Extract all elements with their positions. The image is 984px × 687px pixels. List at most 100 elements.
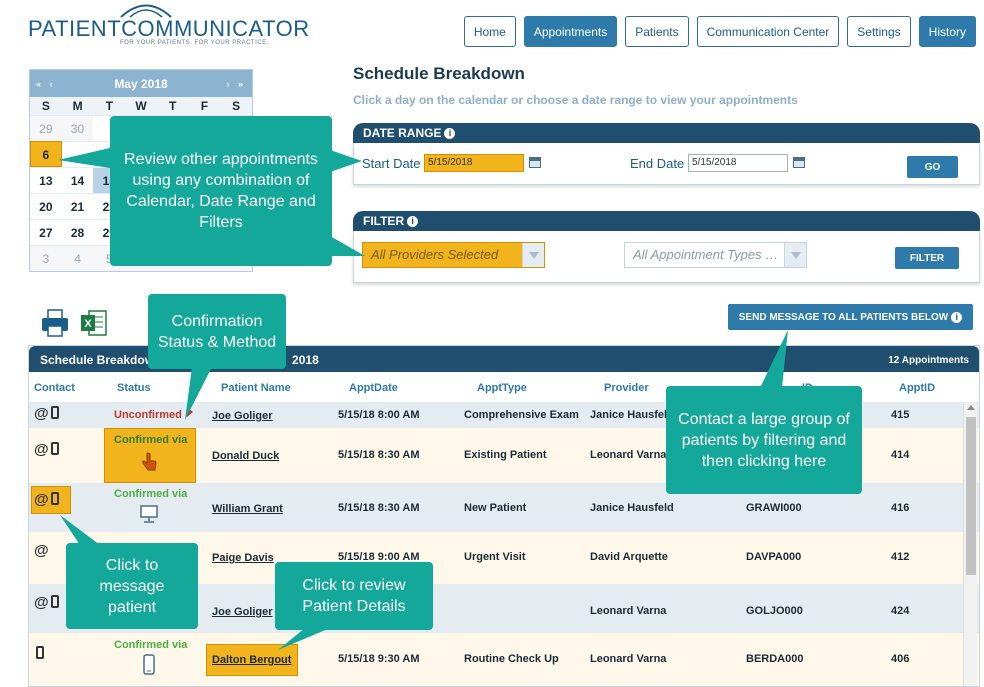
status-text: Confirmed via [114,639,188,651]
nav-settings-button[interactable]: Settings [847,16,911,47]
patient-name-link[interactable]: Joe Goliger [212,410,273,422]
phone-icon[interactable] [50,406,59,419]
chevron-down-icon [784,243,806,267]
scroll-up-icon[interactable] [967,405,975,410]
calendar-day[interactable]: 3 [30,245,62,271]
end-date-input[interactable]: 5/15/2018 [688,154,788,172]
calendar-prev-button[interactable]: « ‹ [36,79,56,89]
appt-id: 424 [891,605,910,617]
provider: Leonard Varna [590,605,667,617]
contact-icons[interactable]: @ [34,542,49,559]
col-contact[interactable]: Contact [34,382,75,394]
provider: Leonard Varna [590,653,667,665]
col-appt-type[interactable]: ApptType [477,382,527,394]
nav-history-button[interactable]: History [918,16,976,47]
brand-name: PATIENTCOMMUNICATOR [28,16,310,41]
calendar-day[interactable]: 13 [30,167,62,193]
email-icon[interactable]: @ [34,491,49,508]
appt-id: 414 [891,449,910,461]
nav-home-button[interactable]: Home [463,16,516,47]
schedule-table-title-suffix: 2018 [292,353,319,367]
mobile-phone-icon [143,654,155,675]
calendar-next-button[interactable]: › » [226,79,246,89]
calendar-day[interactable]: 4 [61,245,94,271]
appointment-count: 12 Appointments [888,355,969,366]
phone-icon[interactable] [36,646,44,659]
providers-select-value: All Providers Selected [371,247,499,262]
contact-icons[interactable]: @ [34,594,59,611]
date-range-header: DATE RANGE i [353,123,980,143]
calendar-day[interactable]: 20 [30,193,62,219]
appt-id: 416 [891,502,910,514]
email-icon[interactable]: @ [34,542,49,559]
calendar-dow: T [93,97,126,115]
patient-name-link[interactable]: Donald Duck [212,450,279,462]
start-calendar-icon[interactable] [529,157,541,168]
appt-type: Routine Check Up [464,653,559,665]
calendar-day[interactable] [61,141,94,167]
status-text: Confirmed via [114,488,188,500]
nav-communication-center-button[interactable]: Communication Center [696,16,840,47]
col-appt-id[interactable]: ApptID [899,382,935,394]
table-scrollbar[interactable] [963,403,977,686]
contact-icons[interactable]: @ [34,405,59,422]
appt-type: Urgent Visit [464,551,526,563]
end-calendar-icon[interactable] [793,157,805,168]
end-date-label: End Date [630,156,685,171]
scroll-thumb[interactable] [966,417,976,575]
calendar-day[interactable]: 21 [61,193,94,219]
logo[interactable]: PATIENTCOMMUNICATOR FOR YOUR PATIENTS. F… [28,0,309,56]
status-caret-icon [187,407,193,417]
patient-name-link[interactable]: Dalton Bergout [212,654,291,666]
phone-icon[interactable] [50,442,59,455]
date-range-panel: DATE RANGE i Start Date 5/15/2018 End Dat… [353,123,980,185]
appt-date: 5/15/18 8:00 AM [338,409,420,421]
phone-icon[interactable] [50,595,59,608]
calendar-dow: F [188,97,221,115]
email-icon[interactable]: @ [34,405,49,422]
send-message-all-button[interactable]: SEND MESSAGE TO ALL PATIENTS BELOW i [728,304,973,330]
calendar-day[interactable]: 29 [30,115,62,141]
phone-icon[interactable] [50,492,59,505]
patient-name-link[interactable]: William Grant [212,503,283,515]
calendar-day[interactable]: 28 [61,219,94,245]
patient-name-link[interactable]: Joe Goliger [212,606,273,618]
svg-text:X: X [84,318,92,330]
contact-icons[interactable]: @ [34,491,59,508]
start-date-label: Start Date [362,156,421,171]
patient-id: DAVPA000 [746,551,802,563]
calendar-month: May 2018 [114,76,168,91]
start-date-input[interactable]: 5/15/2018 [424,154,524,172]
page-title: Schedule Breakdown [353,64,525,83]
calendar-day[interactable]: 14 [61,167,94,193]
table-row[interactable]: Confirmed via Dalton Bergout 5/15/18 9:3… [29,633,979,686]
nav-patients-button[interactable]: Patients [625,16,689,47]
calendar-day-selected[interactable]: 6 [30,141,62,167]
schedule-table-title-text: Schedule Breakdow [40,353,155,367]
email-icon[interactable]: @ [34,441,49,458]
patient-id: BERDA000 [746,653,804,665]
go-button[interactable]: GO [907,156,958,178]
calendar-day[interactable]: 30 [61,115,94,141]
email-icon[interactable]: @ [34,594,49,611]
info-icon[interactable]: i [951,311,963,323]
providers-select[interactable]: All Providers Selected [362,242,545,268]
print-icon[interactable] [40,308,70,338]
patient-name-link[interactable]: Paige Davis [212,552,274,564]
info-icon[interactable]: i [407,216,419,227]
col-provider[interactable]: Provider [604,382,649,394]
nav-appointments-button[interactable]: Appointments [523,16,618,47]
appointment-types-select[interactable]: All Appointment Types … [624,242,807,268]
excel-icon[interactable]: X [80,308,108,338]
contact-icons[interactable]: @ [34,441,59,458]
col-patient-name[interactable]: Patient Name [221,382,291,394]
col-appt-date[interactable]: ApptDate [349,382,398,394]
col-status[interactable]: Status [117,382,151,394]
filter-button[interactable]: FILTER [895,247,959,269]
calendar-day[interactable]: 27 [30,219,62,245]
contact-icons[interactable] [34,646,44,661]
provider: Leonard Varna [590,449,667,461]
calendar-dow: S [30,97,62,115]
chevron-down-icon [522,243,544,267]
info-icon[interactable]: i [444,128,456,139]
